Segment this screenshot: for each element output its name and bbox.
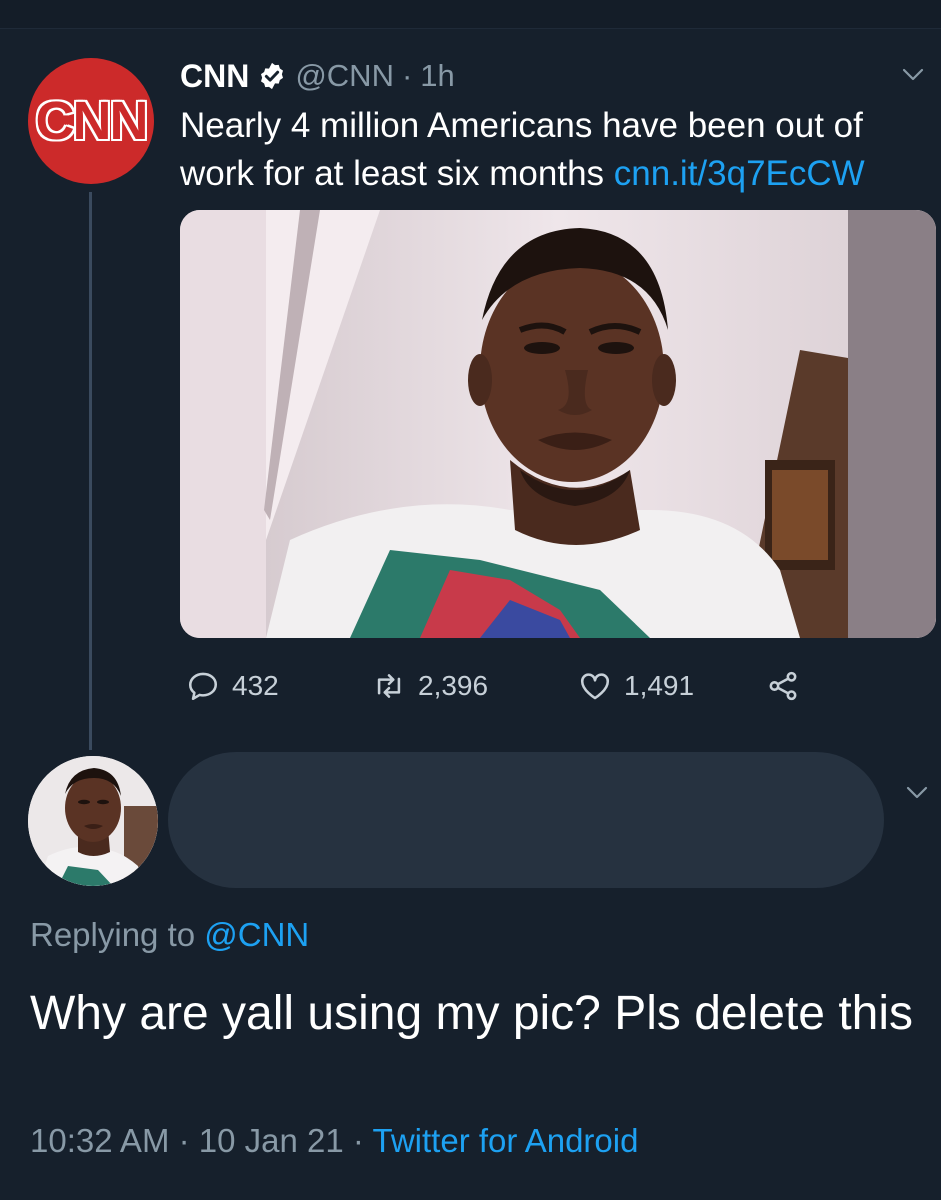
replier-avatar[interactable] <box>28 756 158 886</box>
retweet-count: 2,396 <box>418 670 489 701</box>
like-button[interactable]: 1,491 <box>578 660 694 712</box>
tweet-link[interactable]: cnn.it/3q7EcCW <box>614 154 865 193</box>
top-bar <box>0 0 941 29</box>
reply-source[interactable]: Twitter for Android <box>373 1122 639 1159</box>
replying-to-line: Replying to @CNN <box>30 916 309 954</box>
share-icon <box>769 671 797 701</box>
author-name[interactable]: CNN <box>180 58 249 95</box>
tweet-photo[interactable] <box>180 210 936 638</box>
reply-time[interactable]: 10:32 AM <box>30 1122 169 1159</box>
cnn-logo-text: CNN <box>35 91 149 151</box>
reply-text: Why are yall using my pic? Pls delete th… <box>30 987 914 1040</box>
tweet-action-bar: 432 2,396 1,491 <box>180 660 920 712</box>
retweet-button[interactable]: 2,396 <box>372 660 488 712</box>
like-icon <box>580 673 610 700</box>
separator-dot: · <box>401 58 413 93</box>
reply-date[interactable]: 10 Jan 21 <box>199 1122 344 1159</box>
retweet-icon <box>377 674 401 698</box>
redacted-name-block <box>168 752 884 888</box>
tweet-header: CNN @CNN · 1h <box>180 56 455 96</box>
selfie-photo-image <box>180 210 936 638</box>
reply-meta: 10:32 AM · 10 Jan 21 · Twitter for Andro… <box>30 1122 638 1160</box>
replying-to-mention[interactable]: @CNN <box>204 916 309 953</box>
reply-count: 432 <box>232 670 279 701</box>
reply-chevron-down-icon[interactable] <box>906 786 928 800</box>
reply-button[interactable]: 432 <box>186 660 279 712</box>
chevron-down-icon[interactable] <box>902 68 924 82</box>
replying-to-label: Replying to <box>30 916 205 953</box>
tweet-text: Nearly 4 million Americans have been out… <box>180 102 920 198</box>
replier-avatar-image <box>28 756 158 886</box>
author-handle[interactable]: @CNN <box>295 58 394 94</box>
like-count: 1,491 <box>624 670 695 701</box>
share-button[interactable] <box>766 660 800 712</box>
verified-badge-icon <box>261 62 284 90</box>
meta-separator-2: · <box>352 1122 364 1159</box>
tweet-time-ago[interactable]: 1h <box>420 58 454 94</box>
meta-separator: · <box>178 1122 190 1159</box>
reply-icon <box>188 672 218 701</box>
thread-connector-line <box>89 192 92 750</box>
cnn-avatar[interactable]: CNN <box>28 58 154 184</box>
